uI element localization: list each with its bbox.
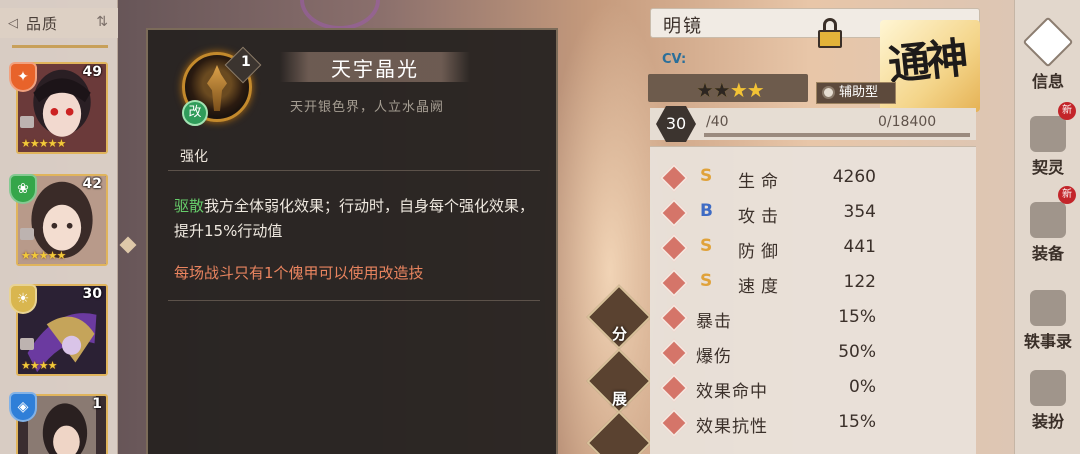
stats-panel: S 生命 4260 B 攻击 354 S 防御 441 S 速度 122 暴击 15% 爆伤 50%… bbox=[650, 146, 976, 454]
chevron-left-icon: ◁ bbox=[8, 15, 18, 31]
lock-icon bbox=[20, 116, 34, 128]
character-level: 42 bbox=[82, 176, 102, 192]
sword-icon bbox=[659, 198, 689, 228]
skill-subtitle: 天开银色界，人立水晶阙 bbox=[290, 100, 445, 115]
sort-header[interactable]: ◁ 品质 ⇅ bbox=[0, 8, 118, 38]
skill-note: 每场战斗只有1个傀甲可以使用改造技 bbox=[174, 264, 424, 282]
expand-button-label: 展 bbox=[612, 390, 628, 408]
hero-name: 明镜 bbox=[663, 16, 703, 37]
equipment-icon bbox=[1030, 202, 1066, 238]
divider bbox=[168, 170, 540, 171]
crit-damage-icon bbox=[659, 338, 689, 368]
voice-actor-label: CV: bbox=[662, 52, 687, 67]
background-ornament bbox=[300, 0, 380, 30]
skill-description-text: 我方全体弱化效果；行动时，自身每个强化效果，提升15%行动值 bbox=[174, 197, 535, 240]
level-max: /40 bbox=[706, 114, 729, 130]
book-icon bbox=[1030, 290, 1066, 326]
skill-type: 强化 bbox=[180, 149, 208, 165]
experience-track bbox=[704, 133, 970, 137]
experience-value: 0/18400 bbox=[878, 114, 937, 130]
role-tag: 辅助型 bbox=[816, 82, 896, 104]
side-navigation: 信息 契灵 新 装备 新 轶事录 装扮 bbox=[1014, 0, 1080, 454]
nav-anecdotes[interactable]: 轶事录 bbox=[1015, 290, 1080, 352]
hero-star-rating: ★★★★ ★★ bbox=[648, 74, 808, 102]
character-roster: ◁ 品质 ⇅ 49 ★★★★★ ✦ 42 ★★★★★ ❀ 30 ★★★★ ☀ 1… bbox=[0, 0, 118, 454]
spirit-icon bbox=[1030, 116, 1066, 152]
stat-row-effect-resist: 效果抗性 15% bbox=[650, 406, 976, 440]
stat-row-crit: 暴击 15% bbox=[650, 301, 976, 335]
star-rating: ★★★★★ bbox=[21, 249, 66, 262]
lock-icon[interactable] bbox=[818, 18, 842, 48]
info-icon bbox=[1022, 16, 1074, 68]
stat-row-crit-damage: 爆伤 50% bbox=[650, 336, 976, 370]
nav-info[interactable]: 信息 bbox=[1015, 16, 1080, 92]
role-icon bbox=[822, 86, 835, 99]
character-level: 1 bbox=[92, 396, 102, 412]
new-badge: 新 bbox=[1058, 102, 1076, 120]
lock-icon bbox=[20, 338, 34, 350]
nav-equipment[interactable]: 装备 bbox=[1015, 202, 1080, 264]
outfit-icon bbox=[1030, 370, 1066, 406]
character-level: 30 bbox=[82, 286, 102, 302]
stat-row-speed: S 速度 122 bbox=[650, 266, 976, 300]
expand-arrow-icon[interactable] bbox=[119, 236, 137, 254]
nav-outfit[interactable]: 装扮 bbox=[1015, 370, 1080, 432]
wing-icon bbox=[659, 268, 689, 298]
sort-toggle-icon[interactable]: ⇅ bbox=[96, 14, 108, 30]
wind-element-icon: ❀ bbox=[9, 174, 37, 204]
lock-icon bbox=[20, 228, 34, 240]
divider bbox=[168, 300, 540, 301]
character-level: 49 bbox=[82, 64, 102, 80]
nav-spirit[interactable]: 契灵 bbox=[1015, 116, 1080, 178]
split-button-label: 分 bbox=[612, 325, 628, 343]
light-element-icon: ☀ bbox=[9, 284, 37, 314]
sort-label: 品质 bbox=[26, 14, 59, 33]
star-rating: ★★★★ bbox=[21, 359, 57, 372]
effect-resist-icon bbox=[659, 408, 689, 438]
stat-row-defense: S 防御 441 bbox=[650, 231, 976, 265]
skill-description: 驱散我方全体弱化效果；行动时，自身每个强化效果，提升15%行动值 bbox=[174, 194, 536, 244]
new-badge: 新 bbox=[1058, 186, 1076, 204]
fire-element-icon: ✦ bbox=[9, 62, 37, 92]
stat-row-effect-hit: 效果命中 0% bbox=[650, 371, 976, 405]
stat-row-hp: S 生命 4260 bbox=[650, 161, 976, 195]
modify-badge: 改 bbox=[182, 100, 208, 126]
skill-name: 天宇晶光 bbox=[280, 52, 470, 82]
shield-icon bbox=[659, 233, 689, 263]
skill-keyword[interactable]: 驱散 bbox=[174, 197, 204, 215]
header-underline bbox=[12, 45, 108, 48]
heart-icon bbox=[659, 163, 689, 193]
star-rating: ★★★★★ bbox=[21, 137, 66, 150]
stat-row-attack: B 攻击 354 bbox=[650, 196, 976, 230]
water-element-icon: ◈ bbox=[9, 392, 37, 422]
effect-hit-icon bbox=[659, 373, 689, 403]
skill-detail-panel: 1 改 天宇晶光 天开银色界，人立水晶阙 强化 驱散我方全体弱化效果；行动时，自… bbox=[146, 28, 558, 454]
crit-icon bbox=[659, 303, 689, 333]
